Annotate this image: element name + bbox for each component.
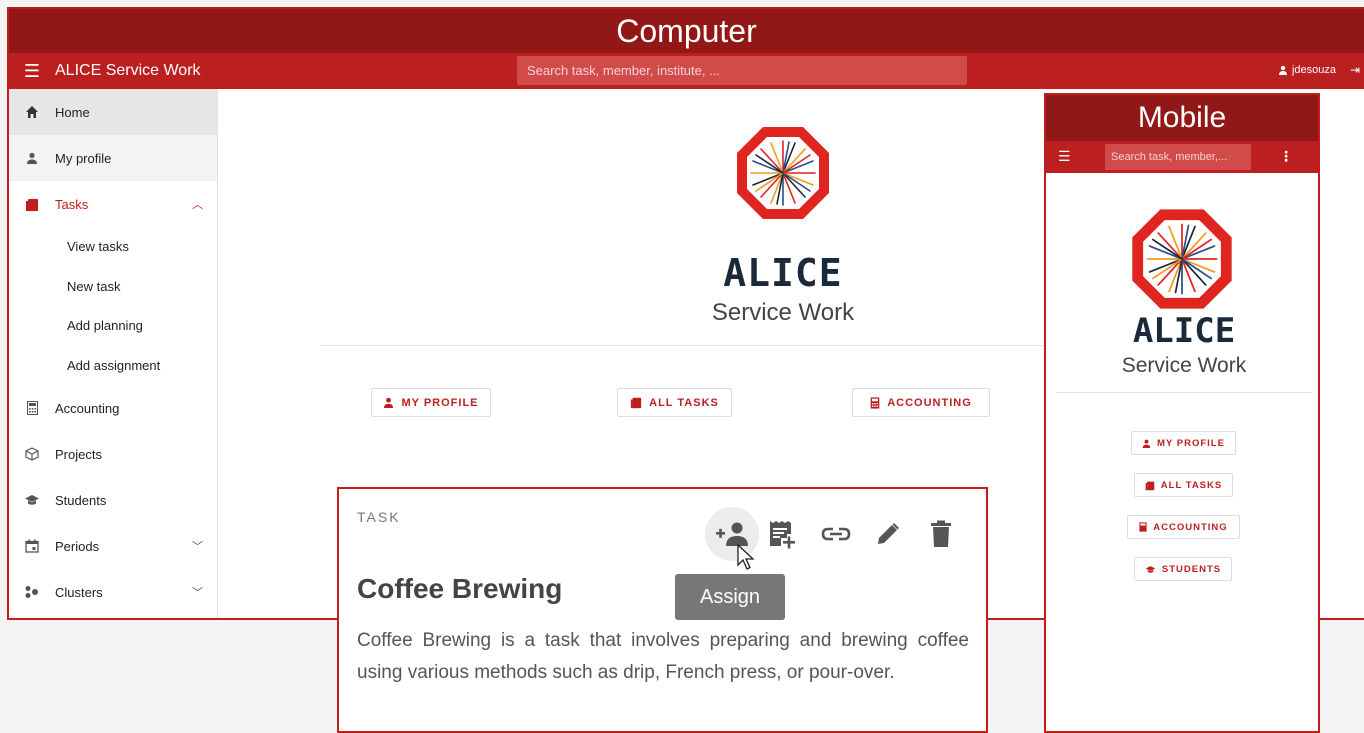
all-tasks-button[interactable]: ALL TASKS [617, 388, 732, 417]
button-label: ALL TASKS [1160, 479, 1223, 491]
button-label: ALL TASKS [649, 396, 719, 409]
app-topbar: ☰ ALICE Service Work jdesouza ⇥ [9, 53, 1364, 89]
button-label: ACCOUNTING [887, 396, 972, 409]
sidebar-item-clusters[interactable]: Clusters ﹀ [9, 569, 217, 615]
task-title: Coffee Brewing [357, 573, 563, 604]
alice-logo [1128, 205, 1236, 313]
button-label: STUDENTS [1161, 563, 1222, 575]
hamburger-menu-icon[interactable]: ☰ [1058, 148, 1071, 165]
mouse-cursor-icon [737, 544, 755, 570]
logo-text: ALICE [723, 251, 843, 295]
sidebar-item-label: Projects [55, 446, 102, 462]
edit-icon [878, 523, 899, 544]
sidebar-item-projects[interactable]: Projects [9, 431, 217, 477]
page-subtitle: Service Work [711, 299, 855, 326]
link-icon [821, 527, 851, 541]
person-icon [9, 152, 55, 164]
mobile-frame-label: Mobile [1137, 101, 1227, 134]
divider [1056, 392, 1312, 393]
mobile-topbar: ☰ ⋮ [1046, 141, 1318, 173]
add-planning-icon [770, 521, 795, 549]
sidebar-item-students[interactable]: Students [9, 477, 217, 523]
clipboard-icon [1145, 481, 1155, 490]
sidebar-item-my-profile[interactable]: My profile [9, 135, 217, 181]
sidebar: Home My profile Tasks ︿ View tasks New t… [9, 89, 218, 618]
mobile-students-button[interactable]: STUDENTS [1134, 557, 1232, 581]
task-kicker: TASK [357, 509, 401, 525]
sidebar-item-accounting[interactable]: Accounting [9, 385, 217, 431]
mobile-accounting-button[interactable]: ACCOUNTING [1127, 515, 1240, 539]
sidebar-item-label: Periods [55, 538, 100, 554]
sidebar-subitem-view-tasks[interactable]: View tasks [9, 227, 217, 267]
logout-icon[interactable]: ⇥ [1350, 63, 1360, 77]
sidebar-subitem-new-task[interactable]: New task [9, 267, 217, 307]
sidebar-item-label: My profile [55, 150, 112, 166]
sidebar-item-tasks[interactable]: Tasks ︿ [9, 181, 217, 227]
chevron-down-icon[interactable]: ﹀ [192, 584, 203, 600]
search-input[interactable] [517, 56, 967, 85]
sidebar-subitem-add-planning[interactable]: Add planning [9, 306, 217, 346]
person-icon [1278, 65, 1287, 75]
chevron-up-icon[interactable]: ︿ [192, 196, 203, 212]
mobile-all-tasks-button[interactable]: ALL TASKS [1134, 473, 1233, 497]
user-menu[interactable]: jdesouza [1278, 64, 1336, 76]
edit-button[interactable] [861, 507, 915, 561]
cube-icon [9, 447, 55, 461]
mobile-label-bar: Mobile [1046, 95, 1318, 141]
mobile-frame: Mobile ☰ ⋮ ALICE Service Work MY PROFILE… [1044, 93, 1320, 733]
link-button[interactable] [809, 507, 863, 561]
mobile-search-input[interactable] [1105, 144, 1251, 170]
graduation-cap-icon [9, 494, 55, 506]
task-card: TASK Coffee Brewing Assign Coffee Brewin… [337, 487, 988, 733]
calendar-icon [9, 539, 55, 553]
button-label: ACCOUNTING [1153, 521, 1228, 533]
calculator-icon [870, 396, 880, 409]
assign-tooltip: Assign [675, 574, 785, 620]
task-description: Coffee Brewing is a task that involves p… [357, 630, 969, 683]
sidebar-item-periods[interactable]: Periods ﹀ [9, 523, 217, 569]
home-icon [9, 105, 55, 119]
clipboard-icon [9, 197, 55, 212]
add-planning-button[interactable] [755, 507, 809, 561]
sidebar-item-label: Clusters [55, 584, 103, 600]
button-label: MY PROFILE [1157, 437, 1225, 449]
sidebar-item-home[interactable]: Home [9, 89, 217, 135]
hamburger-menu-icon[interactable]: ☰ [9, 61, 55, 82]
page-subtitle: Service Work [1121, 354, 1247, 377]
sidebar-item-label: Tasks [55, 196, 89, 212]
person-icon [1142, 439, 1151, 448]
person-icon [384, 397, 394, 408]
more-vert-icon[interactable]: ⋮ [1279, 148, 1293, 165]
computer-frame-label: Computer [616, 13, 757, 49]
clipboard-icon [630, 397, 642, 409]
alice-logo [733, 123, 833, 223]
delete-icon [931, 520, 951, 547]
calculator-icon [1139, 522, 1147, 532]
logo-text: ALICE [1132, 311, 1236, 351]
chevron-down-icon[interactable]: ﹀ [192, 538, 203, 554]
app-title[interactable]: ALICE Service Work [55, 62, 201, 80]
divider [321, 345, 1051, 346]
computer-label-bar: Computer [9, 9, 1364, 53]
delete-button[interactable] [914, 507, 968, 561]
clusters-icon [9, 585, 55, 599]
calculator-icon [9, 401, 55, 415]
mobile-my-profile-button[interactable]: MY PROFILE [1131, 431, 1236, 455]
sidebar-item-label: Students [55, 492, 107, 508]
username: jdesouza [1291, 64, 1336, 76]
my-profile-button[interactable]: MY PROFILE [371, 388, 491, 417]
sidebar-subitem-add-assignment[interactable]: Add assignment [9, 346, 217, 386]
sidebar-item-label: Home [55, 104, 90, 120]
sidebar-item-label: Accounting [55, 400, 120, 416]
graduation-cap-icon [1145, 565, 1156, 573]
accounting-button[interactable]: ACCOUNTING [852, 388, 990, 417]
button-label: MY PROFILE [401, 396, 479, 409]
